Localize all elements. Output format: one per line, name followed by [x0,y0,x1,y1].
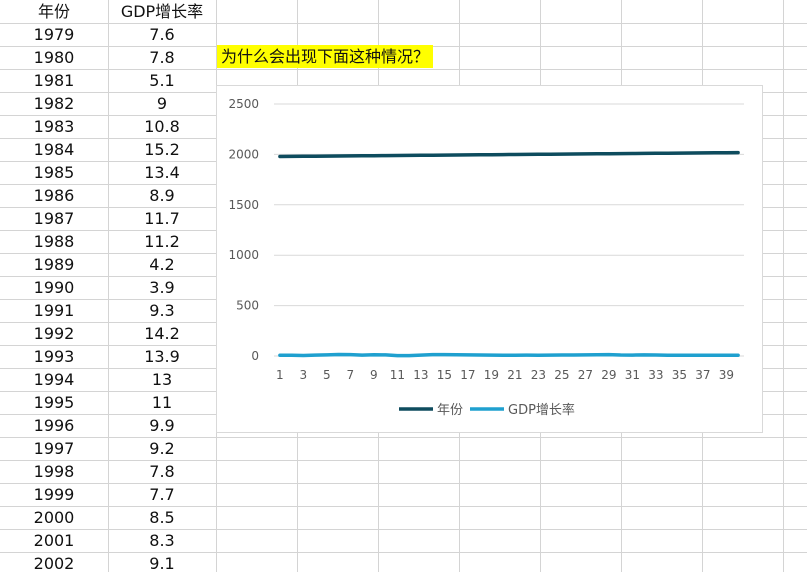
y-tick-label: 2500 [228,97,259,111]
year-cell[interactable]: 1981 [0,69,108,92]
year-cell[interactable]: 1985 [0,161,108,184]
gdp-growth-cell[interactable]: 9.9 [108,414,216,437]
gdp-growth-cell[interactable]: 13 [108,368,216,391]
x-tick-label: 21 [507,368,522,382]
year-cell[interactable]: 1987 [0,207,108,230]
y-tick-label: 1500 [228,198,259,212]
year-cell[interactable]: 1990 [0,276,108,299]
gdp-growth-cell[interactable]: 7.8 [108,46,216,69]
gdp-growth-cell[interactable]: 15.2 [108,138,216,161]
x-tick-label: 17 [460,368,475,382]
x-tick-label: 23 [531,368,546,382]
x-tick-label: 39 [719,368,734,382]
legend-label: GDP增长率 [508,402,575,418]
x-tick-label: 9 [370,368,378,382]
x-tick-label: 3 [300,368,308,382]
legend-label: 年份 [437,403,463,418]
year-cell[interactable]: 1997 [0,437,108,460]
gdp-growth-cell[interactable]: 4.2 [108,253,216,276]
year-cell[interactable]: 1986 [0,184,108,207]
year-cell[interactable]: 1999 [0,483,108,506]
gdp-growth-cell[interactable]: 11.7 [108,207,216,230]
x-tick-label: 13 [413,368,428,382]
gdp-growth-cell[interactable]: 3.9 [108,276,216,299]
x-tick-label: 15 [437,368,452,382]
x-tick-label: 5 [323,368,331,382]
header-year[interactable]: 年份 [0,0,108,23]
line-chart[interactable]: 0 500 1000 1500 2000 2500 1 3 5 7 9 11 13 15 17 19 21 23 2… [216,85,763,433]
year-cell[interactable]: 1991 [0,299,108,322]
series-line-gdp-growth [278,352,740,358]
y-tick-label: 1000 [228,248,259,262]
x-tick-label: 25 [554,368,569,382]
gdp-growth-cell[interactable]: 9.3 [108,299,216,322]
year-cell[interactable]: 1992 [0,322,108,345]
gdp-growth-cell[interactable]: 9.2 [108,437,216,460]
year-cell[interactable]: 1980 [0,46,108,69]
x-tick-label: 37 [695,368,710,382]
x-tick-label: 27 [578,368,593,382]
gdp-growth-cell[interactable]: 11 [108,391,216,414]
question-cell[interactable]: 为什么会出现下面这种情况？ [217,45,434,68]
gdp-growth-cell[interactable]: 8.3 [108,529,216,552]
year-cell[interactable]: 1982 [0,92,108,115]
year-cell[interactable]: 1994 [0,368,108,391]
gdp-growth-cell[interactable]: 13.9 [108,345,216,368]
header-gdp-growth[interactable]: GDP增长率 [108,0,216,23]
gdp-growth-cell[interactable]: 8.9 [108,184,216,207]
x-tick-label: 29 [601,368,616,382]
year-cell[interactable]: 1993 [0,345,108,368]
year-cell[interactable]: 1988 [0,230,108,253]
x-tick-label: 7 [347,368,355,382]
year-cell[interactable]: 2000 [0,506,108,529]
gdp-growth-cell[interactable]: 7.6 [108,23,216,46]
year-cell[interactable]: 1983 [0,115,108,138]
gdp-growth-cell[interactable]: 9 [108,92,216,115]
gdp-growth-cell[interactable]: 10.8 [108,115,216,138]
year-cell[interactable]: 1996 [0,414,108,437]
gdp-growth-cell[interactable]: 5.1 [108,69,216,92]
x-tick-label: 33 [648,368,663,382]
year-cell[interactable]: 2001 [0,529,108,552]
year-cell[interactable]: 1984 [0,138,108,161]
y-tick-label: 0 [251,349,259,363]
year-cell[interactable]: 1998 [0,460,108,483]
x-tick-label: 35 [672,368,687,382]
year-cell[interactable]: 1979 [0,23,108,46]
series-line-year [278,150,740,159]
x-tick-label: 11 [390,368,405,382]
gdp-growth-cell[interactable]: 7.8 [108,460,216,483]
gdp-growth-cell[interactable]: 13.4 [108,161,216,184]
y-tick-label: 500 [236,299,259,313]
year-cell[interactable]: 1995 [0,391,108,414]
x-tick-label: 31 [625,368,640,382]
gdp-growth-cell[interactable]: 8.5 [108,506,216,529]
gdp-growth-cell[interactable]: 14.2 [108,322,216,345]
x-tick-label: 1 [276,368,284,382]
x-tick-label: 19 [484,368,499,382]
gdp-growth-cell[interactable]: 11.2 [108,230,216,253]
chart-svg: 050010001500200025001 3 5 7 9 11 13 15 17 19 21 23 2… [228,97,744,418]
y-tick-label: 2000 [228,147,259,161]
year-cell[interactable]: 1989 [0,253,108,276]
gdp-growth-cell[interactable]: 7.7 [108,483,216,506]
